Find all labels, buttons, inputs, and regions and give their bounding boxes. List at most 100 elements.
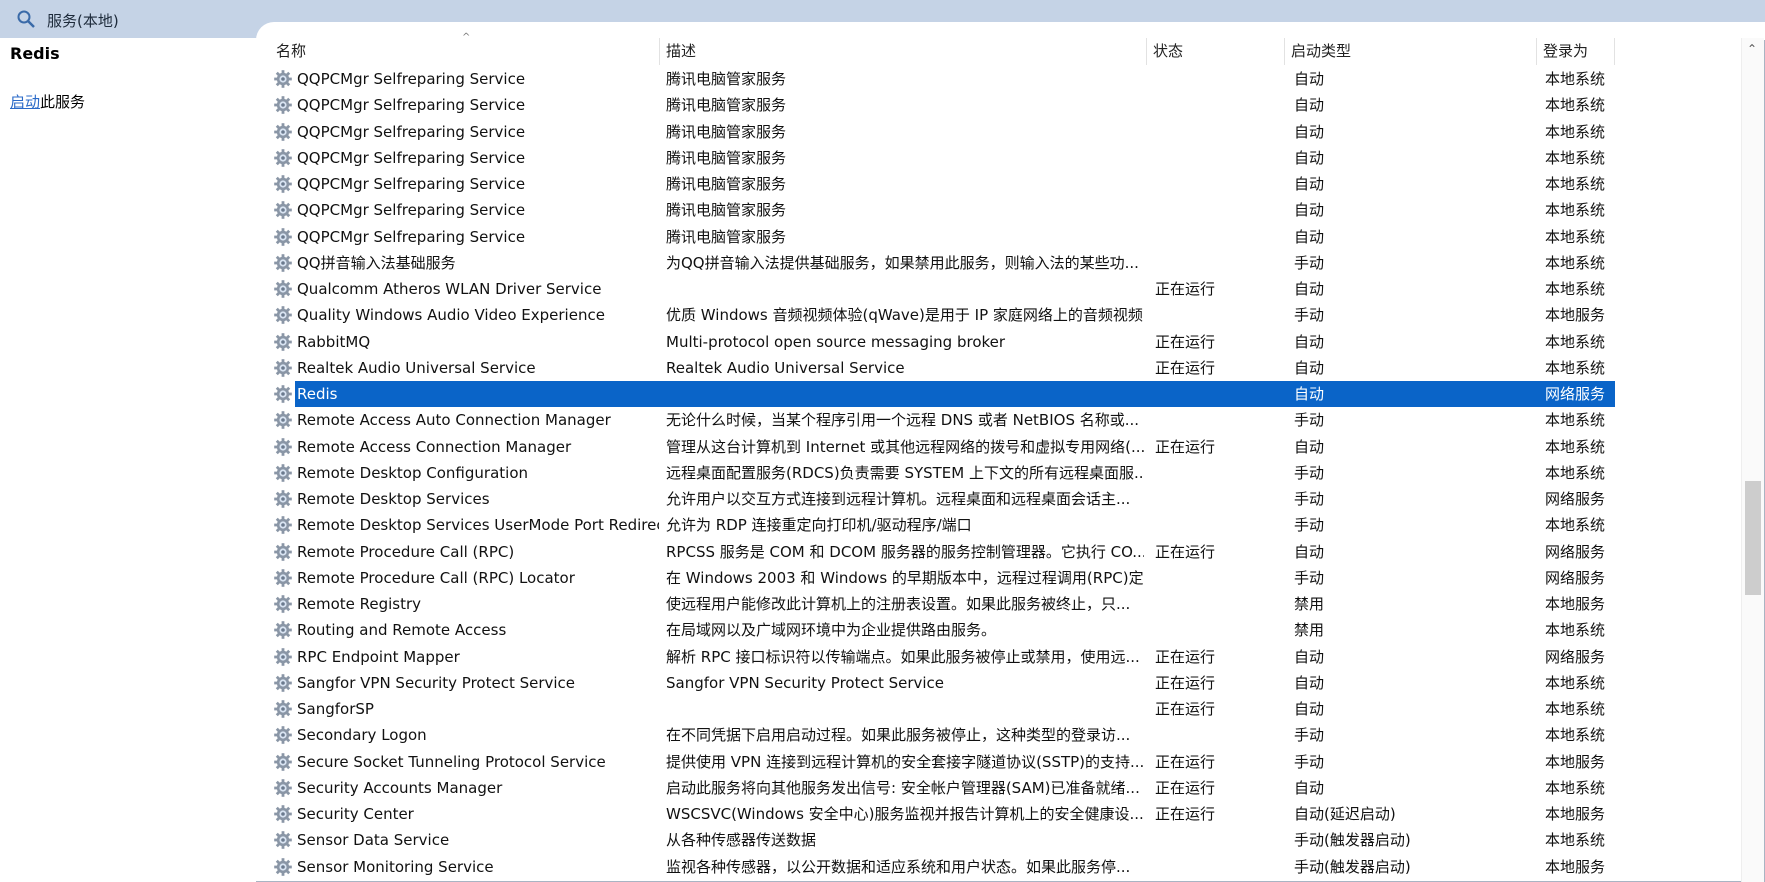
service-row[interactable]: Secondary Logon 在不同凭据下启用启动过程。如果此服务被停止，这种类… — [270, 722, 1615, 748]
service-status — [1155, 250, 1285, 276]
service-name: QQPCMgr Selfreparing Service — [297, 70, 526, 88]
service-row[interactable]: RPC Endpoint Mapper 解析 RPC 接口标识符以传输端点。如果此… — [270, 644, 1615, 670]
service-row[interactable]: Quality Windows Audio Video Experience 优质… — [270, 302, 1615, 328]
service-name: Security Accounts Manager — [297, 779, 503, 797]
column-header-logon-as[interactable]: 登录为 — [1537, 38, 1615, 65]
service-row[interactable]: QQPCMgr Selfreparing Service 腾讯电脑管家服务 自动 本地… — [270, 119, 1615, 145]
service-status — [1155, 512, 1285, 538]
sort-indicator-icon: ^ — [462, 32, 471, 43]
service-status — [1155, 224, 1285, 250]
service-description: 腾讯电脑管家服务 — [666, 70, 787, 88]
column-header-description[interactable]: 描述 — [660, 38, 1147, 65]
service-description: 腾讯电脑管家服务 — [666, 96, 787, 114]
scroll-up-icon[interactable]: ⌃ — [1747, 42, 1757, 56]
service-logon-as: 本地服务 — [1545, 306, 1606, 324]
column-header-status[interactable]: 状态 — [1147, 38, 1285, 65]
service-description: 允许用户以交互方式连接到远程计算机。远程桌面和远程桌面会话主... — [666, 490, 1131, 508]
service-row[interactable]: Security Accounts Manager 启动此服务将向其他服务发出信号… — [270, 775, 1615, 801]
service-description: Realtek Audio Universal Service — [666, 359, 905, 377]
service-startup-type: 自动 — [1294, 333, 1325, 351]
service-row[interactable]: QQPCMgr Selfreparing Service 腾讯电脑管家服务 自动 本地… — [270, 197, 1615, 223]
service-row[interactable]: Security Center WSCSVC(Windows 安全中心)服务监视并… — [270, 801, 1615, 827]
service-logon-as: 本地系统 — [1545, 149, 1606, 167]
service-startup-type: 手动 — [1294, 753, 1325, 771]
service-row[interactable]: QQPCMgr Selfreparing Service 腾讯电脑管家服务 自动 本地… — [270, 92, 1615, 118]
service-row[interactable]: Remote Procedure Call (RPC) Locator 在 Win… — [270, 565, 1615, 591]
service-startup-type: 禁用 — [1294, 621, 1325, 639]
service-logon-as: 本地系统 — [1545, 228, 1606, 246]
service-row[interactable]: RabbitMQ Multi-protocol open source messa… — [270, 329, 1615, 355]
service-startup-type: 自动 — [1294, 201, 1325, 219]
column-header-startup-type[interactable]: 启动类型 — [1285, 38, 1537, 65]
service-status: 正在运行 — [1155, 674, 1216, 692]
selected-service-name: Redis — [10, 44, 60, 63]
gear-icon — [273, 253, 293, 273]
service-row[interactable]: Qualcomm Atheros WLAN Driver Service 正在运行… — [270, 276, 1615, 302]
service-row[interactable]: Redis 自动 网络服务 — [270, 381, 1615, 407]
service-row[interactable]: Sensor Monitoring Service 监视各种传感器，以公开数据和适… — [270, 854, 1615, 880]
service-name: QQPCMgr Selfreparing Service — [297, 96, 526, 114]
window-title: 服务(本地) — [47, 12, 119, 30]
service-status: 正在运行 — [1155, 543, 1216, 561]
gear-icon — [273, 725, 293, 745]
service-status — [1155, 145, 1285, 171]
service-row[interactable]: Secure Socket Tunneling Protocol Service… — [270, 749, 1615, 775]
service-row[interactable]: Sensor Data Service 从各种传感器传送数据 手动(触发器启动) 本地… — [270, 827, 1615, 853]
vertical-scrollbar[interactable]: ⌃ — [1741, 38, 1764, 882]
service-logon-as: 本地服务 — [1545, 805, 1606, 823]
gear-icon — [273, 778, 293, 798]
service-description: 管理从这台计算机到 Internet 或其他远程网络的拨号和虚拟专用网络(... — [666, 438, 1144, 456]
service-name: Secondary Logon — [297, 726, 427, 744]
service-row[interactable]: QQPCMgr Selfreparing Service 腾讯电脑管家服务 自动 本地… — [270, 66, 1615, 92]
service-row[interactable]: QQPCMgr Selfreparing Service 腾讯电脑管家服务 自动 本地… — [270, 171, 1615, 197]
gear-icon — [273, 410, 293, 430]
service-row[interactable]: Realtek Audio Universal Service Realtek A… — [270, 355, 1615, 381]
service-description: 腾讯电脑管家服务 — [666, 123, 787, 141]
service-name: Sensor Data Service — [297, 831, 450, 849]
service-logon-as: 网络服务 — [1545, 490, 1606, 508]
service-row[interactable]: Remote Desktop Services 允许用户以交互方式连接到远程计算机… — [270, 486, 1615, 512]
start-service-link[interactable]: 启动 — [10, 93, 40, 111]
service-status: 正在运行 — [1155, 753, 1216, 771]
scrollbar-thumb[interactable] — [1745, 481, 1761, 595]
service-row[interactable]: QQ拼音输入法基础服务 为QQ拼音输入法提供基础服务，如果禁用此服务，则输入法的某… — [270, 250, 1615, 276]
service-row[interactable]: Remote Procedure Call (RPC) RPCSS 服务是 COM… — [270, 539, 1615, 565]
service-startup-type: 自动 — [1294, 70, 1325, 88]
service-status — [1155, 171, 1285, 197]
service-row[interactable]: Remote Access Connection Manager 管理从这台计算机… — [270, 434, 1615, 460]
service-status: 正在运行 — [1155, 648, 1216, 666]
service-description: 使远程用户能修改此计算机上的注册表设置。如果此服务被终止，只... — [666, 595, 1131, 613]
gear-icon — [273, 384, 293, 404]
service-startup-type: 自动 — [1294, 543, 1325, 561]
service-status: 正在运行 — [1155, 700, 1216, 718]
gear-icon — [273, 647, 293, 667]
service-row[interactable]: Remote Desktop Services UserMode Port Re… — [270, 512, 1615, 538]
service-name: QQ拼音输入法基础服务 — [297, 254, 456, 272]
service-row[interactable]: SangforSP 正在运行 自动 本地系统 — [270, 696, 1615, 722]
service-row[interactable]: Remote Registry 使远程用户能修改此计算机上的注册表设置。如果此服务… — [270, 591, 1615, 617]
service-status: 正在运行 — [1155, 779, 1216, 797]
service-logon-as: 本地系统 — [1545, 201, 1606, 219]
service-startup-type: 手动 — [1294, 569, 1325, 587]
service-description: 解析 RPC 接口标识符以传输端点。如果此服务被停止或禁用，使用远... — [666, 648, 1140, 666]
service-startup-type: 手动 — [1294, 254, 1325, 272]
service-row[interactable]: QQPCMgr Selfreparing Service 腾讯电脑管家服务 自动 本地… — [270, 145, 1615, 171]
service-row[interactable]: Sangfor VPN Security Protect Service Sang… — [270, 670, 1615, 696]
service-row[interactable]: Routing and Remote Access 在局域网以及广域网环境中为企业… — [270, 617, 1615, 643]
gear-icon — [273, 279, 293, 299]
service-row[interactable]: QQPCMgr Selfreparing Service 腾讯电脑管家服务 自动 本地… — [270, 224, 1615, 250]
service-name: Remote Desktop Services — [297, 490, 490, 508]
gear-icon — [273, 227, 293, 247]
service-startup-type: 自动(延迟启动) — [1294, 805, 1396, 823]
service-logon-as: 网络服务 — [1545, 648, 1606, 666]
service-logon-as: 本地系统 — [1545, 123, 1606, 141]
service-row[interactable]: Remote Access Auto Connection Manager 无论什… — [270, 407, 1615, 433]
service-logon-as: 本地系统 — [1545, 674, 1606, 692]
service-description: 在不同凭据下启用启动过程。如果此服务被停止，这种类型的登录访... — [666, 726, 1131, 744]
gear-icon — [273, 148, 293, 168]
service-status: 正在运行 — [1155, 359, 1216, 377]
service-startup-type: 手动 — [1294, 490, 1325, 508]
service-row[interactable]: Remote Desktop Configuration 远程桌面配置服务(RDC… — [270, 460, 1615, 486]
gear-icon — [273, 95, 293, 115]
service-name: Secure Socket Tunneling Protocol Service — [297, 753, 606, 771]
